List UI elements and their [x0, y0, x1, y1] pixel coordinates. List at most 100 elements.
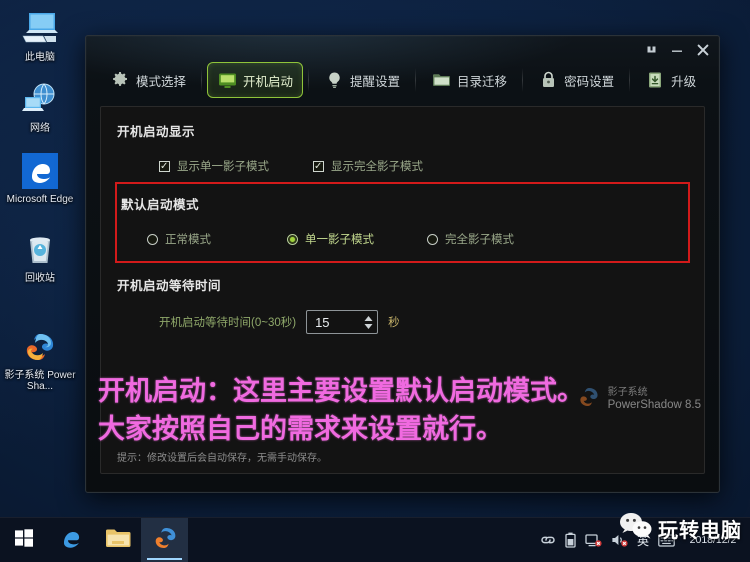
network-icon [19, 79, 61, 121]
taskbar-item-powershadow[interactable] [141, 518, 188, 562]
stepper-arrows[interactable] [363, 315, 374, 330]
stepper-up-icon [364, 315, 373, 321]
section-title: 开机启动等待时间 [117, 279, 222, 293]
section-title: 开机启动显示 [117, 125, 196, 139]
checkbox-show-single-shadow[interactable]: ✓ 显示单一影子模式 [159, 158, 269, 174]
section-title: 默认启动模式 [121, 198, 200, 212]
battery-icon[interactable] [565, 532, 576, 548]
desktop-icon-label: 此电脑 [25, 52, 55, 63]
tab-directory-migration[interactable]: 目录迁移 [421, 62, 517, 98]
taskbar-item-file-explorer[interactable] [94, 518, 141, 562]
desktop-icon-list: 此电脑 网络 Microsoft Edge 回收站 影子系统 PowerSha.… [0, 4, 80, 404]
minimize-icon[interactable] [669, 42, 685, 58]
desktop-icon-this-pc[interactable]: 此电脑 [1, 4, 79, 69]
tab-label: 密码设置 [564, 74, 615, 89]
close-icon[interactable] [695, 42, 711, 58]
tab-label: 升级 [671, 74, 697, 89]
annotation-overlay: 开机启动：这里主要设置默认启动模式。 大家按照自己的需求来设置就行。 [98, 372, 698, 448]
checkbox-show-full-shadow[interactable]: ✓ 显示完全影子模式 [313, 158, 423, 174]
section-wait-time: 开机启动等待时间 开机启动等待时间(0~30秒) 15 秒 [101, 263, 704, 334]
toolbar-separator [201, 68, 203, 92]
wait-time-row: 开机启动等待时间(0~30秒) 15 秒 [117, 310, 704, 334]
radio-normal-mode[interactable]: 正常模式 [147, 231, 287, 247]
wechat-watermark-overlay: 玩转电脑 [618, 511, 742, 546]
start-button[interactable] [0, 518, 47, 562]
wechat-account-label: 玩转电脑 [658, 520, 742, 542]
powershadow-icon [151, 525, 179, 556]
taskbar: 英 2018/12/2 玩转电脑 [0, 513, 750, 562]
radio-circle [147, 233, 158, 245]
desktop-icon-label: 回收站 [25, 273, 55, 284]
desktop-icon-edge[interactable]: Microsoft Edge [1, 146, 79, 211]
tab-label: 模式选择 [136, 74, 187, 89]
tab-label: 提醒设置 [350, 74, 401, 89]
checkbox-box: ✓ [159, 160, 170, 172]
network-tray-icon[interactable] [585, 533, 602, 547]
tab-label: 开机启动 [243, 74, 294, 89]
auto-save-hint: 提示：修改设置后会自动保存，无需手动保存。 [117, 453, 327, 464]
radio-label: 完全影子模式 [445, 234, 514, 246]
bulb-icon [324, 70, 344, 90]
recycle-bin-icon [19, 229, 61, 271]
checkbox-label: 显示完全影子模式 [331, 161, 423, 173]
desktop-icon-recycle-bin[interactable]: 回收站 [1, 225, 79, 290]
tab-boot-startup[interactable]: 开机启动 [207, 62, 304, 98]
desktop-icon-powershadow[interactable]: 影子系统 PowerSha... [1, 322, 79, 398]
wait-time-value: 15 [315, 314, 330, 330]
annotation-line-2: 大家按照自己的需求来设置就行。 [98, 414, 503, 444]
radio-row: 正常模式 单一影子模式 完全影子模式 [119, 231, 688, 247]
checkbox-label: 显示单一影子模式 [177, 161, 269, 173]
desktop-icon-label: 影子系统 PowerSha... [4, 370, 76, 392]
windows-start-icon [14, 528, 34, 553]
pin-icon[interactable] [643, 42, 659, 58]
wait-time-stepper[interactable]: 15 [306, 310, 379, 334]
radio-single-shadow-mode[interactable]: 单一影子模式 [287, 231, 427, 247]
download-icon [645, 70, 665, 90]
tab-mode-select[interactable]: 模式选择 [100, 62, 196, 98]
link-icon[interactable] [540, 534, 556, 546]
gear-icon [110, 70, 130, 90]
edge-icon [19, 150, 61, 192]
section-boot-display: 开机启动显示 ✓ 显示单一影子模式 ✓ 显示完全影子模式 [101, 107, 704, 174]
stepper-down-icon [364, 323, 373, 329]
annotation-line-1: 开机启动：这里主要设置默认启动模式。 [98, 376, 584, 406]
radio-circle [427, 233, 438, 245]
desktop-icon-label: Microsoft Edge [6, 194, 74, 205]
taskbar-left-group [0, 518, 188, 562]
taskbar-item-edge[interactable] [47, 518, 94, 562]
toolbar-separator [308, 68, 310, 92]
radio-label: 正常模式 [165, 234, 211, 246]
lock-icon [538, 70, 558, 90]
radio-dot [150, 237, 155, 242]
radio-dot [430, 237, 435, 242]
tab-label: 目录迁移 [457, 74, 508, 89]
check-mark-icon: ✓ [160, 160, 169, 172]
section-default-mode: 默认启动模式 正常模式 单一影子模式 完全影子模式 [115, 182, 690, 263]
radio-circle [287, 233, 298, 245]
wechat-icon [618, 511, 654, 546]
monitor-icon [217, 70, 237, 90]
desktop-icon-network[interactable]: 网络 [1, 75, 79, 140]
toolbar-separator [522, 68, 524, 92]
wait-time-unit: 秒 [388, 317, 400, 329]
radio-label: 单一影子模式 [305, 234, 374, 246]
tab-upgrade[interactable]: 升级 [635, 62, 706, 98]
main-toolbar: 模式选择 开机启动 提醒设置 目录迁移 密码设置 升级 [86, 54, 719, 106]
tab-reminder-settings[interactable]: 提醒设置 [314, 62, 410, 98]
tab-password-settings[interactable]: 密码设置 [528, 62, 624, 98]
check-mark-icon: ✓ [314, 160, 323, 172]
window-controls [643, 42, 711, 58]
this-pc-icon [19, 8, 61, 50]
radio-full-shadow-mode[interactable]: 完全影子模式 [427, 231, 567, 247]
checkbox-row: ✓ 显示单一影子模式 ✓ 显示完全影子模式 [117, 158, 704, 174]
toolbar-separator [629, 68, 631, 92]
wait-time-field-label: 开机启动等待时间(0~30秒) [159, 317, 297, 329]
checkbox-box: ✓ [313, 160, 324, 172]
edge-icon [58, 525, 84, 556]
folder-icon [431, 70, 451, 90]
desktop-icon-label: 网络 [30, 123, 50, 134]
file-explorer-icon [105, 527, 131, 554]
radio-dot [290, 236, 295, 242]
powershadow-icon [19, 326, 61, 368]
toolbar-separator [415, 68, 417, 92]
